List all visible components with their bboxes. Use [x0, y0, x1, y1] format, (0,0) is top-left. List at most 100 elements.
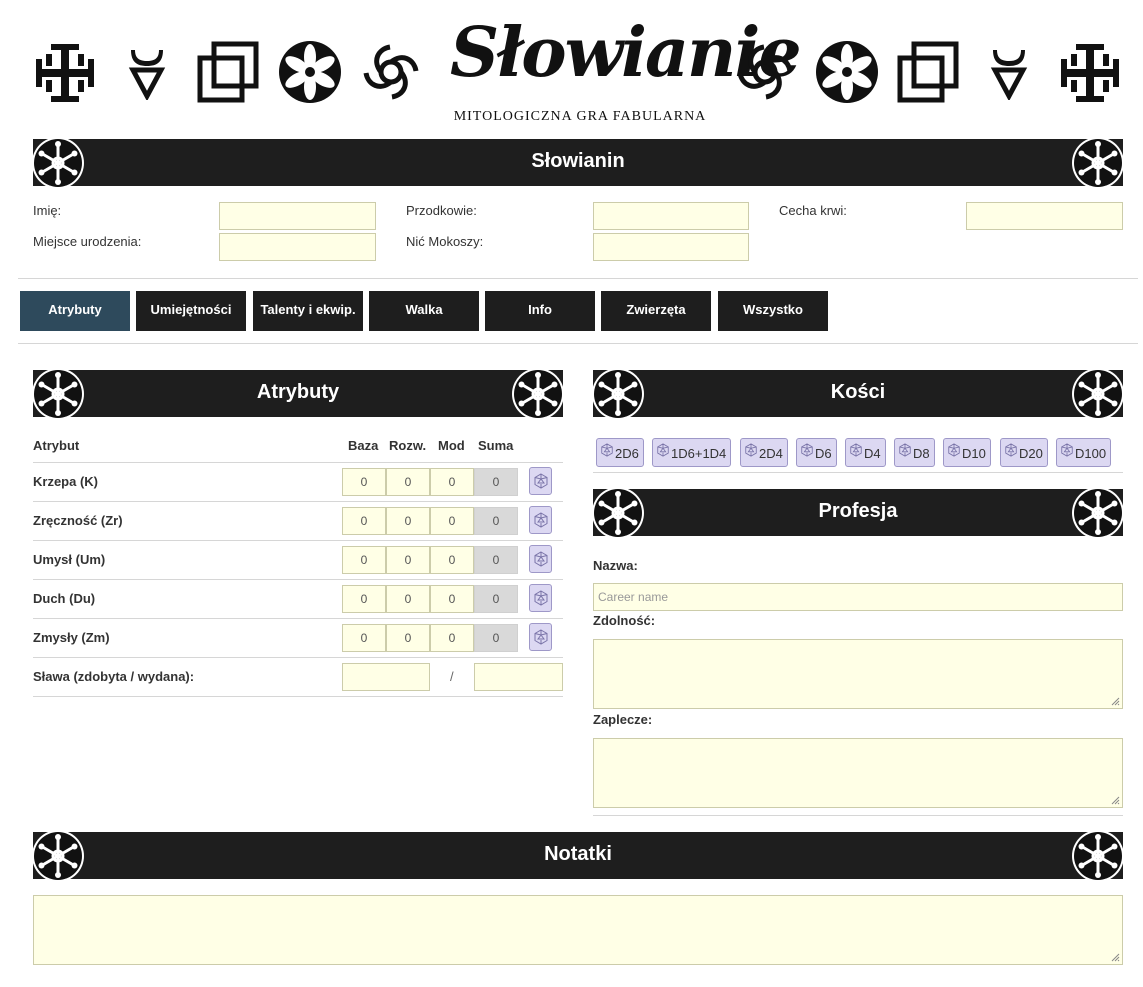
divider: [18, 278, 1138, 279]
dice-button[interactable]: D10: [943, 438, 991, 467]
ancestors-input[interactable]: [593, 202, 749, 230]
sun-wheel-icon: [737, 44, 793, 100]
birthplace-label: Miejsce urodzenia:: [33, 234, 142, 249]
dice-button[interactable]: D100: [1056, 438, 1112, 467]
attribute-mod-input[interactable]: 0: [430, 468, 474, 496]
resize-grip-icon[interactable]: [1111, 953, 1120, 962]
attribute-mod-input[interactable]: 0: [430, 624, 474, 652]
column-development: Rozw.: [389, 438, 427, 453]
resize-grip-icon[interactable]: [1111, 796, 1120, 805]
divider: [18, 343, 1138, 344]
attribute-mod-input[interactable]: 0: [430, 585, 474, 613]
attributes-header: Atrybuty: [33, 370, 563, 417]
roll-button[interactable]: [529, 506, 552, 534]
sun-wheel-icon: [363, 44, 419, 100]
attribute-sum-value: 0: [474, 546, 518, 574]
banner: Słowianie MITOLOGICZNA GRA FABULARNA: [0, 0, 1143, 130]
ancestors-label: Przodkowie:: [406, 203, 477, 218]
dice-button[interactable]: 2D4: [740, 438, 788, 467]
dice-button[interactable]: 2D6: [596, 438, 644, 467]
attribute-base-input[interactable]: 0: [342, 546, 386, 574]
dice-button[interactable]: 1D6+1D4: [652, 438, 732, 467]
tab-skills[interactable]: Umiejętności: [136, 291, 246, 331]
divider: [593, 815, 1123, 816]
dice-button-label: D8: [913, 446, 930, 461]
attribute-development-input[interactable]: 0: [386, 468, 430, 496]
tab-info[interactable]: Info: [485, 291, 595, 331]
fame-separator: /: [450, 669, 454, 684]
column-sum: Suma: [478, 438, 514, 453]
attribute-base-input[interactable]: 0: [342, 624, 386, 652]
tab-combat[interactable]: Walka: [369, 291, 479, 331]
tab-all[interactable]: Wszystko: [718, 291, 828, 331]
notes-header-title: Notatki: [544, 843, 612, 865]
attribute-development-input[interactable]: 0: [386, 546, 430, 574]
dice-button-label: D6: [815, 446, 832, 461]
table-divider: [33, 696, 563, 697]
table-divider: [33, 540, 563, 541]
attribute-mod-input[interactable]: 0: [430, 507, 474, 535]
column-mod: Mod: [438, 438, 465, 453]
ornament-icon: [1071, 367, 1125, 421]
dice-header: Kości: [593, 370, 1123, 417]
attribute-base-input[interactable]: 0: [342, 585, 386, 613]
roll-button[interactable]: [529, 623, 552, 651]
attribute-sum-value: 0: [474, 624, 518, 652]
tab-attributes[interactable]: Atrybuty: [20, 291, 130, 331]
ornament-icon: [31, 829, 85, 883]
knot-icon: [897, 41, 959, 103]
fame-spent-input[interactable]: [474, 663, 563, 691]
dice-button-label: 2D4: [759, 446, 783, 461]
table-divider: [33, 501, 563, 502]
dice-button[interactable]: D6: [796, 438, 837, 467]
roll-button[interactable]: [529, 467, 552, 495]
attribute-base-input[interactable]: 0: [342, 468, 386, 496]
birthplace-input[interactable]: [219, 233, 376, 261]
notes-textarea[interactable]: [33, 895, 1123, 965]
background-textarea[interactable]: [593, 738, 1123, 808]
logo-subtitle: MITOLOGICZNA GRA FABULARNA: [453, 109, 707, 124]
roll-button[interactable]: [529, 545, 552, 573]
knot-icon: [197, 41, 259, 103]
blood-trait-label: Cecha krwi:: [779, 203, 847, 218]
blood-trait-input[interactable]: [966, 202, 1123, 230]
divider: [593, 472, 1123, 473]
attribute-sum-value: 0: [474, 507, 518, 535]
profession-header-title: Profesja: [818, 500, 898, 522]
ornament-icon: [1071, 829, 1125, 883]
ornament-icon: [1071, 486, 1125, 540]
mokosh-thread-input[interactable]: [593, 233, 749, 261]
attribute-label: Krzepa (K): [33, 474, 99, 489]
ornament-icon: [1071, 136, 1125, 190]
table-divider: [33, 462, 563, 463]
profession-name-input[interactable]: Career name: [593, 583, 1123, 611]
attributes-header-title: Atrybuty: [256, 381, 340, 403]
resize-grip-icon[interactable]: [1111, 697, 1120, 706]
dice-button-label: 2D6: [615, 446, 639, 461]
attribute-mod-input[interactable]: 0: [430, 546, 474, 574]
name-input[interactable]: [219, 202, 376, 230]
veles-icon: [128, 50, 166, 100]
attribute-sum-value: 0: [474, 585, 518, 613]
fame-earned-input[interactable]: [342, 663, 430, 691]
character-header-title: Słowianin: [531, 150, 625, 172]
column-base: Baza: [348, 438, 379, 453]
attribute-development-input[interactable]: 0: [386, 507, 430, 535]
tab-animals[interactable]: Zwierzęta: [601, 291, 711, 331]
flower-of-life-icon: [816, 41, 878, 103]
tab-talents-equipment[interactable]: Talenty i ekwip.: [253, 291, 363, 331]
dice-button[interactable]: D8: [894, 438, 935, 467]
logo-title: Słowianie: [450, 13, 802, 93]
hooked-cross-icon: [36, 44, 94, 102]
attribute-development-input[interactable]: 0: [386, 624, 430, 652]
attribute-label: Umysł (Um): [33, 552, 106, 567]
attribute-base-input[interactable]: 0: [342, 507, 386, 535]
attribute-development-input[interactable]: 0: [386, 585, 430, 613]
fame-label: Sława (zdobyta / wydana):: [33, 669, 195, 684]
ability-textarea[interactable]: [593, 639, 1123, 709]
dice-button-label: D4: [864, 446, 881, 461]
dice-button[interactable]: D4: [845, 438, 886, 467]
dice-button[interactable]: D20: [1000, 438, 1048, 467]
roll-button[interactable]: [529, 584, 552, 612]
profession-name-placeholder: Career name: [598, 590, 669, 604]
